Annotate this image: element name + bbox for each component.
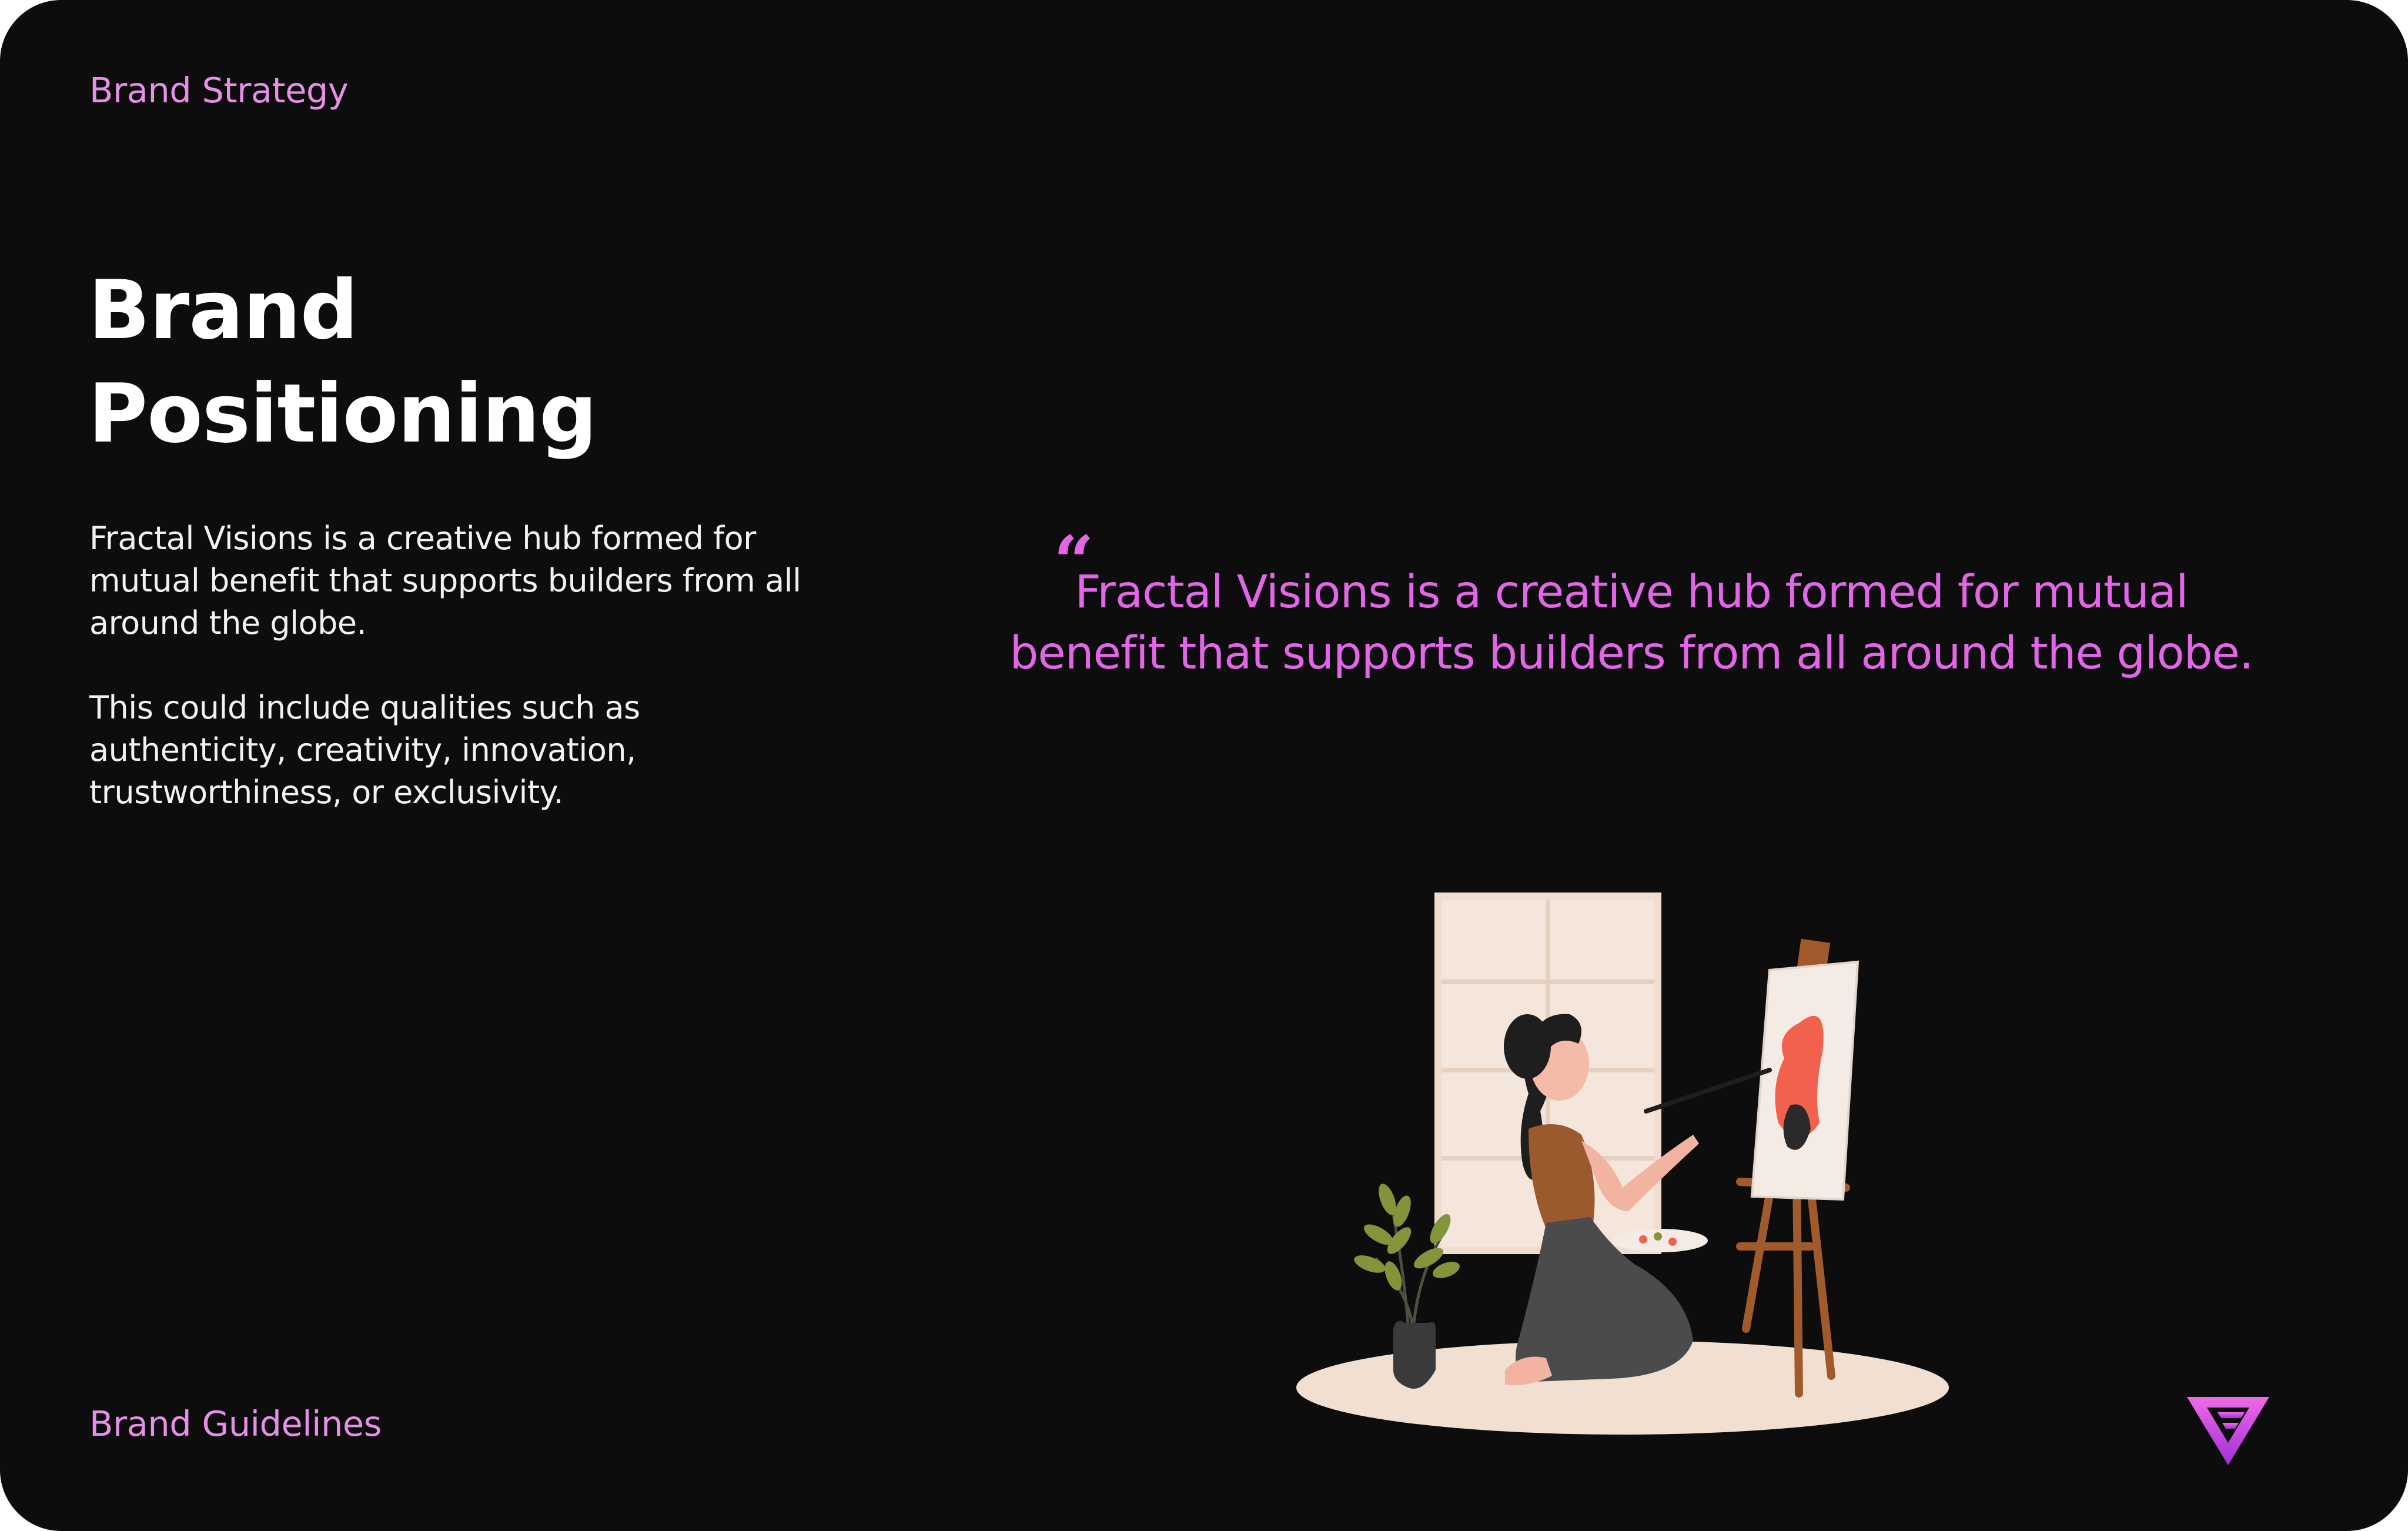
body-paragraph-2: This could include qualities such as aut… bbox=[89, 689, 640, 811]
slide: Brand Strategy Brand Positioning Fractal… bbox=[0, 0, 2408, 1531]
page-title: Brand Positioning bbox=[88, 259, 597, 466]
artist-painting-illustration bbox=[1296, 892, 1949, 1435]
body-paragraph-1: Fractal Visions is a creative hub formed… bbox=[89, 520, 801, 641]
section-label-brand-strategy: Brand Strategy bbox=[89, 70, 349, 111]
title-line-1: Brand bbox=[88, 263, 358, 357]
title-line-2: Positioning bbox=[88, 366, 597, 461]
positioning-quote: Fractal Visions is a creative hub formed… bbox=[1009, 566, 2254, 680]
fractal-visions-logo-icon bbox=[2187, 1397, 2269, 1465]
footer-label-brand-guidelines: Brand Guidelines bbox=[89, 1403, 382, 1444]
